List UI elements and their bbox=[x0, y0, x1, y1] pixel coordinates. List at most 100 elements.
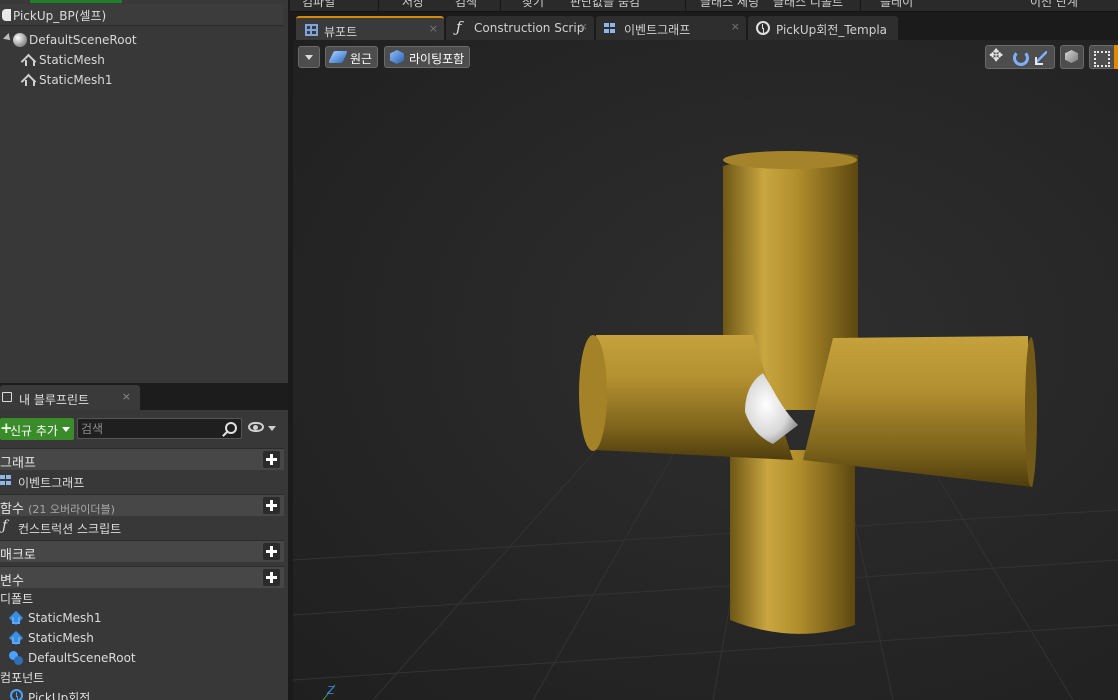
toolbar-browse-label[interactable]: 검색 bbox=[455, 0, 477, 10]
expand-triangle-icon[interactable] bbox=[3, 33, 13, 43]
close-icon[interactable]: × bbox=[731, 20, 740, 33]
pickup-mesh-render bbox=[579, 151, 1037, 634]
add-new-button[interactable]: + 신규 추가 bbox=[0, 418, 74, 440]
close-icon[interactable]: × bbox=[579, 20, 588, 33]
tree-item-label: DefaultSceneRoot bbox=[29, 33, 137, 47]
perspective-label: 원근 bbox=[350, 52, 373, 66]
axis-z-label: Z bbox=[327, 684, 335, 697]
add-variable-button[interactable] bbox=[263, 569, 280, 586]
transform-tools bbox=[985, 45, 1055, 69]
book-icon bbox=[2, 392, 12, 402]
world-space-icon bbox=[1062, 48, 1082, 66]
tree-item-static-mesh1[interactable]: StaticMesh1 bbox=[22, 70, 282, 90]
rotate-tool-icon[interactable] bbox=[1010, 48, 1030, 66]
blueprint-editor: PickUp_BP(셀프) DefaultSceneRoot StaticMes… bbox=[0, 0, 1118, 700]
tab-label: 뷰포트 bbox=[324, 25, 358, 39]
subcategory-defaults[interactable]: 디폴트 bbox=[0, 589, 284, 607]
search-box[interactable] bbox=[77, 418, 242, 439]
grid-snap-active-indicator bbox=[1114, 45, 1118, 69]
tree-item-static-mesh[interactable]: StaticMesh bbox=[22, 50, 282, 70]
timeline-icon bbox=[756, 21, 770, 35]
event-graph-icon bbox=[604, 23, 618, 34]
add-graph-button[interactable] bbox=[263, 451, 280, 468]
static-mesh-variable-icon bbox=[8, 630, 24, 646]
viewport-options-dropdown[interactable] bbox=[298, 46, 320, 68]
tab-construction-script[interactable]: ƒ Construction Scrip × bbox=[446, 16, 594, 40]
tree-item-default-scene-root[interactable]: DefaultSceneRoot bbox=[3, 30, 284, 50]
list-item-construction-script[interactable]: ƒ 컨스트럭션 스크립트 bbox=[0, 517, 284, 537]
subcategory-components[interactable]: 컴포넌트 bbox=[0, 668, 284, 686]
search-icon[interactable] bbox=[225, 422, 237, 434]
variable-label: DefaultSceneRoot bbox=[28, 651, 136, 665]
tab-label: 이벤트그래프 bbox=[624, 23, 691, 37]
chevron-down-icon[interactable] bbox=[268, 426, 276, 431]
add-function-button[interactable] bbox=[263, 497, 280, 514]
toolbar-undo-label[interactable]: 이전 단계 bbox=[1030, 0, 1078, 10]
components-panel: PickUp_BP(셀프) DefaultSceneRoot StaticMes… bbox=[0, 0, 288, 383]
coordinate-space-toggle[interactable] bbox=[1060, 45, 1084, 69]
self-icon bbox=[2, 9, 11, 21]
toolbar-class-settings-label[interactable]: 클래스 세팅 bbox=[700, 0, 759, 10]
add-new-label: 신규 추가 bbox=[10, 424, 58, 438]
eye-icon[interactable] bbox=[248, 422, 264, 432]
variable-static-mesh[interactable]: StaticMesh bbox=[0, 628, 284, 648]
toolbar-class-defaults-label[interactable]: 클래스 디폴트 bbox=[773, 0, 843, 10]
viewport-3d[interactable]: 원근 라이팅포함 Z bbox=[293, 40, 1118, 700]
perspective-icon bbox=[328, 51, 348, 63]
search-input[interactable] bbox=[81, 421, 221, 436]
close-icon[interactable]: × bbox=[122, 390, 131, 403]
close-icon[interactable]: × bbox=[429, 22, 438, 35]
event-graph-icon bbox=[0, 475, 14, 487]
toolbar-compile-label[interactable]: 컴파일 bbox=[302, 0, 335, 10]
category-variables[interactable]: 변수 bbox=[0, 566, 284, 589]
static-mesh-variable-icon bbox=[8, 610, 24, 626]
category-label: 매크로 bbox=[0, 548, 36, 563]
surface-snap-toggle[interactable] bbox=[1089, 45, 1115, 69]
toolbar-strip: 컴파일 저장 검색 찾기 판단값을 숨김 클래스 세팅 클래스 디폴트 플레이 … bbox=[290, 0, 1118, 12]
category-functions[interactable]: 함수 (21 오버라이더블) bbox=[0, 494, 284, 517]
list-item-event-graph[interactable]: 이벤트그래프 bbox=[0, 471, 284, 491]
subcategory-label: 컴포넌트 bbox=[0, 671, 45, 685]
document-tab-bar: 뷰포트 × ƒ Construction Scrip × 이벤트그래프 × Pi… bbox=[293, 12, 1118, 40]
self-label: PickUp_BP(셀프) bbox=[13, 9, 107, 23]
timeline-icon bbox=[10, 689, 23, 700]
variable-static-mesh1[interactable]: StaticMesh1 bbox=[0, 608, 284, 628]
tab-pickup-rotation-template[interactable]: PickUp회전_Templa bbox=[748, 16, 898, 40]
tab-label: PickUp회전_Templa bbox=[776, 23, 888, 37]
category-graphs[interactable]: 그래프 bbox=[0, 448, 284, 471]
toolbar-save-label[interactable]: 저장 bbox=[402, 0, 424, 10]
toolbar-find-label[interactable]: 찾기 bbox=[522, 0, 544, 10]
function-icon: ƒ bbox=[456, 18, 462, 36]
lighting-mode-button[interactable]: 라이팅포함 bbox=[384, 46, 470, 68]
tab-label: 내 블루프린트 bbox=[19, 393, 90, 407]
move-tool-icon[interactable] bbox=[987, 46, 1007, 66]
scale-tool-icon[interactable] bbox=[1032, 48, 1052, 66]
list-item-label: 이벤트그래프 bbox=[18, 476, 85, 490]
category-label: 그래프 bbox=[0, 456, 36, 471]
category-label: 변수 bbox=[0, 574, 24, 589]
subcategory-label: 디폴트 bbox=[0, 592, 34, 606]
variable-default-scene-root[interactable]: DefaultSceneRoot bbox=[0, 648, 284, 668]
self-component-row[interactable]: PickUp_BP(셀프) bbox=[0, 4, 283, 26]
toolbar-play-label[interactable]: 플레이 bbox=[880, 0, 913, 10]
variable-pickup-rotation[interactable]: PickUp회전 bbox=[0, 686, 284, 700]
function-icon: ƒ bbox=[2, 518, 8, 534]
list-item-label: 컨스트럭션 스크립트 bbox=[18, 522, 122, 536]
tab-event-graph[interactable]: 이벤트그래프 × bbox=[596, 16, 746, 40]
my-blueprint-panel: + 신규 추가 그래프 이벤트그래프 함수 (21 오버라이더블) ƒ 컨스트럭… bbox=[0, 410, 288, 700]
chevron-down-icon bbox=[305, 55, 313, 60]
lighting-label: 라이팅포함 bbox=[409, 52, 465, 66]
viewport-icon bbox=[305, 24, 318, 36]
variable-label: StaticMesh1 bbox=[28, 611, 102, 625]
category-macros[interactable]: 매크로 bbox=[0, 540, 284, 563]
toolbar-hide-label[interactable]: 판단값을 숨김 bbox=[570, 0, 640, 10]
add-macro-button[interactable] bbox=[263, 543, 280, 560]
tab-my-blueprint[interactable]: 내 블루프린트 × bbox=[0, 385, 140, 410]
variable-label: StaticMesh bbox=[28, 631, 94, 645]
static-mesh-icon bbox=[22, 73, 35, 86]
tree-item-label: StaticMesh1 bbox=[39, 73, 113, 87]
tab-viewport[interactable]: 뷰포트 × bbox=[296, 16, 444, 40]
tab-label: Construction Scrip bbox=[474, 21, 585, 35]
perspective-button[interactable]: 원근 bbox=[325, 46, 378, 68]
lit-mode-icon bbox=[390, 50, 404, 64]
